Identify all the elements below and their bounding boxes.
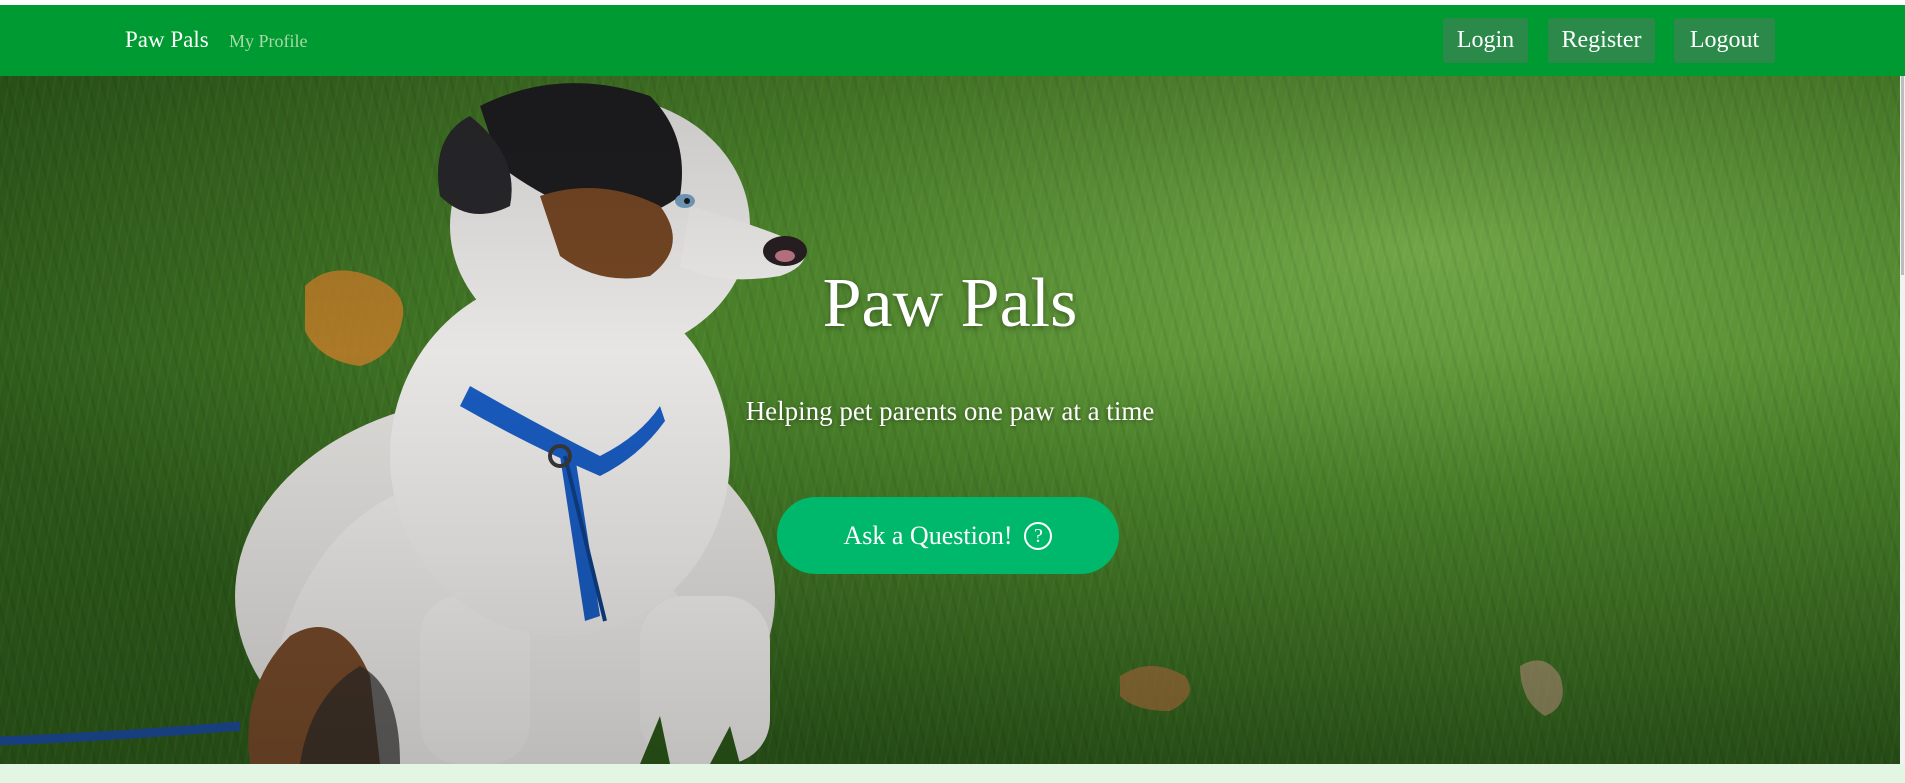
question-circle-icon: ? (1024, 521, 1053, 550)
page: Paw Pals My Profile Login Register Logou… (0, 0, 1905, 783)
hero-title: Paw Pals (822, 265, 1078, 342)
logout-button[interactable]: Logout (1674, 18, 1775, 63)
page-bottom-strip (0, 764, 1905, 783)
hero-banner: Paw Pals Helping pet parents one paw at … (0, 76, 1900, 764)
ask-question-label: Ask a Question! (843, 520, 1013, 550)
my-profile-link[interactable]: My Profile (229, 31, 308, 52)
ask-question-button[interactable]: Ask a Question! ? (777, 497, 1119, 574)
scrollbar[interactable] (1900, 5, 1905, 764)
scrollbar-thumb[interactable] (1901, 75, 1904, 275)
login-button[interactable]: Login (1443, 18, 1528, 63)
navbar: Paw Pals My Profile Login Register Logou… (0, 5, 1905, 76)
register-button[interactable]: Register (1548, 18, 1655, 63)
hero-subtitle: Helping pet parents one paw at a time (745, 396, 1155, 426)
brand-link[interactable]: Paw Pals (125, 27, 209, 53)
